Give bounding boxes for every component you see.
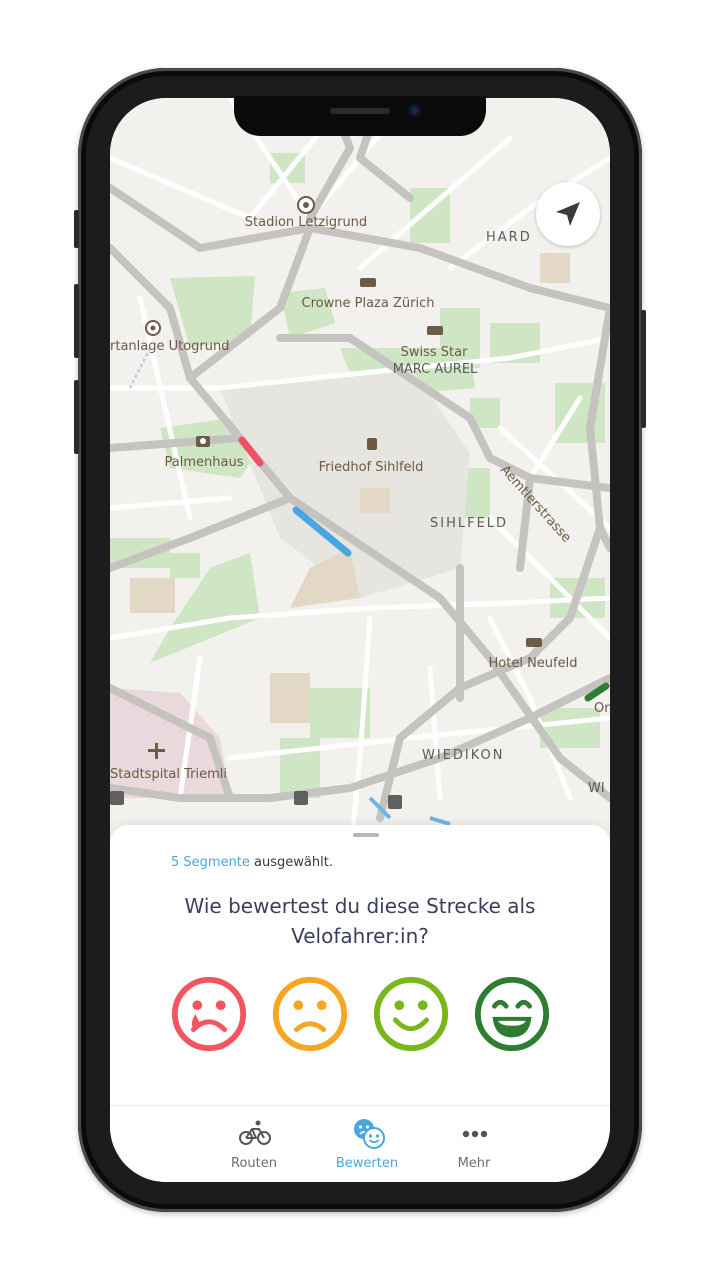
unhappy-face-icon[interactable] bbox=[271, 975, 349, 1053]
volume-up-button bbox=[74, 284, 79, 358]
rating-faces-icon bbox=[354, 1119, 385, 1149]
tab-bewerten[interactable]: Bewerten bbox=[312, 1106, 422, 1182]
rating-question-line2: Velofahrer:in? bbox=[291, 924, 429, 948]
happy-face-icon[interactable] bbox=[372, 975, 450, 1053]
very-happy-face-icon[interactable] bbox=[473, 975, 551, 1053]
map-label-marc-aurel: MARC AUREL bbox=[393, 362, 478, 377]
map-label-wiedikon: WIEDIKON bbox=[422, 748, 505, 763]
map-label-sihlfeld: SIHLFELD bbox=[430, 516, 508, 531]
selected-segments-suffix: ausgewählt. bbox=[249, 855, 333, 870]
map-label-edge-wi: WI bbox=[588, 781, 605, 796]
sheet-drag-handle[interactable] bbox=[353, 833, 379, 837]
power-button bbox=[641, 310, 646, 428]
volume-down-button bbox=[74, 380, 79, 454]
rating-sheet: 5 Segmente ausgewählt. Wie bewertest du … bbox=[110, 825, 610, 1105]
map-label-hard: HARD bbox=[486, 230, 532, 245]
tab-bewerten-label: Bewerten bbox=[335, 1156, 399, 1171]
navigation-arrow-icon bbox=[556, 202, 580, 226]
bicycle-icon bbox=[239, 1120, 271, 1145]
map-label-palmenhaus: Palmenhaus bbox=[165, 455, 244, 470]
map-label-sportanlage: rtanlage Utogrund bbox=[110, 339, 230, 354]
tab-bar: Routen Bewerten Mehr bbox=[110, 1105, 610, 1182]
phone-screen: Stadion Letzigrund HARD Crowne Plaza Zür… bbox=[110, 98, 610, 1182]
map-label-stadtspital: Stadtspital Triemli bbox=[110, 767, 227, 782]
tab-routen[interactable]: Routen bbox=[199, 1106, 309, 1182]
rating-question-line1: Wie bewertest du diese Strecke als bbox=[184, 894, 536, 918]
phone-camera bbox=[408, 104, 421, 117]
more-dots-icon bbox=[462, 1130, 488, 1138]
tab-routen-label: Routen bbox=[231, 1156, 277, 1171]
map-label-swiss-star: Swiss Star bbox=[401, 345, 468, 360]
locate-button[interactable] bbox=[536, 182, 600, 246]
mute-switch bbox=[74, 210, 79, 248]
rating-options bbox=[170, 975, 550, 1055]
very-unhappy-face-icon[interactable] bbox=[170, 975, 248, 1053]
phone-notch bbox=[234, 96, 486, 136]
phone-speaker bbox=[330, 108, 390, 114]
map-label-edge-or: Or bbox=[594, 701, 610, 716]
map-label-friedhof: Friedhof Sihlfeld bbox=[319, 460, 424, 475]
selected-segments-count: 5 Segmente bbox=[171, 855, 250, 870]
map-label-crowne-plaza: Crowne Plaza Zürich bbox=[302, 296, 435, 311]
tab-mehr-label: Mehr bbox=[457, 1156, 491, 1171]
map-label-stadion: Stadion Letzigrund bbox=[245, 215, 367, 230]
map-label-hotel-neufeld: Hotel Neufeld bbox=[489, 656, 578, 671]
rating-question: Wie bewertest du diese Strecke als Velof… bbox=[150, 891, 570, 951]
selected-segments-text: 5 Segmente ausgewählt. bbox=[171, 855, 333, 870]
tab-mehr[interactable]: Mehr bbox=[419, 1106, 529, 1182]
